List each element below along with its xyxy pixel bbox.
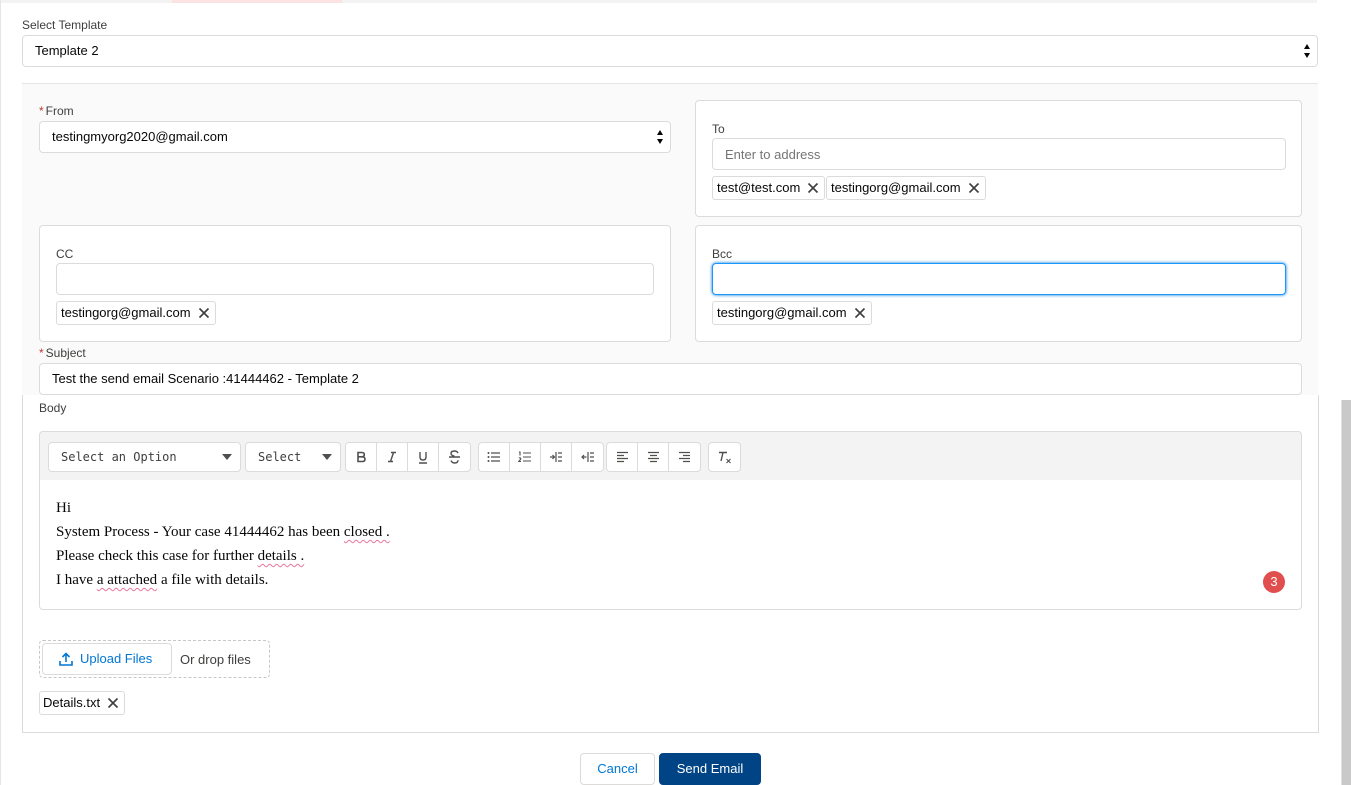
top-accent (172, 0, 342, 3)
to-pill-1: test@test.com (712, 176, 826, 200)
chevron-down-icon (322, 454, 332, 460)
editor-toolbar: Select an Option Select (39, 431, 1302, 481)
clear-formatting-button[interactable] (709, 443, 740, 471)
list-button-group (478, 442, 604, 472)
body-line-1: Hi (56, 500, 71, 516)
strikethrough-button[interactable] (439, 443, 470, 471)
template-select-value: Template 2 (35, 43, 99, 58)
body-label: Body (39, 401, 67, 415)
body-line-3: Please check this case for further detai… (56, 548, 305, 564)
updown-arrows-icon (1304, 44, 1310, 58)
align-button-group (606, 442, 701, 472)
from-label: * From (39, 104, 74, 118)
clear-formatting-icon (718, 451, 731, 463)
underline-icon (419, 451, 427, 464)
cc-input[interactable] (56, 263, 654, 295)
upload-icon (59, 652, 73, 666)
bulleted-list-icon (487, 452, 500, 462)
from-select-value: testingmyorg2020@gmail.com (52, 129, 228, 144)
subject-input[interactable]: Test the send email Scenario :41444462 -… (39, 363, 1302, 395)
cc-card: CC testingorg@gmail.com (39, 225, 671, 342)
body-line-2: System Process - Your case 41444462 has … (56, 524, 390, 540)
strikethrough-icon (449, 450, 460, 464)
subject-value: Test the send email Scenario :41444462 -… (52, 371, 359, 386)
bcc-pill-1: testingorg@gmail.com (712, 301, 872, 325)
underline-button[interactable] (408, 443, 439, 471)
select-template-label: Select Template (22, 18, 108, 32)
to-card: To test@test.com testingorg@gmail.com (695, 100, 1302, 217)
close-icon[interactable] (807, 182, 819, 194)
body-editor[interactable] (39, 480, 1302, 610)
outdent-button[interactable] (572, 443, 603, 471)
numbered-list-button[interactable] (510, 443, 541, 471)
to-pill-2: testingorg@gmail.com (826, 176, 986, 200)
format-button-group (345, 442, 471, 472)
align-right-icon (679, 451, 690, 463)
close-icon[interactable] (107, 697, 119, 709)
upload-files-button[interactable]: Upload Files (42, 643, 172, 675)
close-icon[interactable] (854, 307, 866, 319)
bcc-label: Bcc (712, 247, 733, 261)
italic-icon (388, 451, 396, 463)
bcc-card: Bcc testingorg@gmail.com (695, 225, 1302, 342)
scrollbar[interactable] (1341, 400, 1351, 785)
bulleted-list-button[interactable] (479, 443, 510, 471)
cancel-button[interactable]: Cancel (580, 753, 655, 785)
align-center-button[interactable] (638, 443, 669, 471)
align-right-button[interactable] (669, 443, 700, 471)
to-input[interactable] (712, 138, 1286, 170)
close-icon[interactable] (198, 307, 210, 319)
send-email-button[interactable]: Send Email (659, 753, 761, 785)
italic-button[interactable] (377, 443, 408, 471)
close-icon[interactable] (968, 182, 980, 194)
from-select[interactable]: testingmyorg2020@gmail.com (39, 121, 671, 153)
indent-button[interactable] (541, 443, 572, 471)
template-select[interactable]: Template 2 (22, 35, 1318, 67)
body-line-4: I have a attached a file with details. (56, 572, 269, 588)
indent-icon (550, 452, 562, 462)
clear-format-group (708, 442, 741, 472)
updown-arrows-icon (657, 130, 663, 144)
bold-button[interactable] (346, 443, 377, 471)
subject-label: * Subject (39, 346, 86, 360)
cc-pill-1: testingorg@gmail.com (56, 301, 216, 325)
size-select[interactable]: Select (245, 442, 341, 472)
file-pill-1: Details.txt (39, 691, 126, 715)
drop-files-text: Or drop files (180, 652, 251, 667)
align-center-icon (647, 451, 659, 463)
align-left-button[interactable] (607, 443, 638, 471)
align-left-icon (616, 451, 628, 463)
bcc-input[interactable] (712, 263, 1286, 295)
bold-icon (357, 451, 366, 463)
numbered-list-icon (518, 450, 531, 462)
to-label: To (712, 122, 725, 136)
outdent-icon (580, 452, 594, 462)
spellcheck-badge[interactable]: 3 (1263, 571, 1285, 593)
font-select[interactable]: Select an Option (48, 442, 241, 472)
cc-label: CC (56, 247, 74, 261)
chevron-down-icon (222, 454, 232, 460)
left-border (0, 0, 1, 785)
